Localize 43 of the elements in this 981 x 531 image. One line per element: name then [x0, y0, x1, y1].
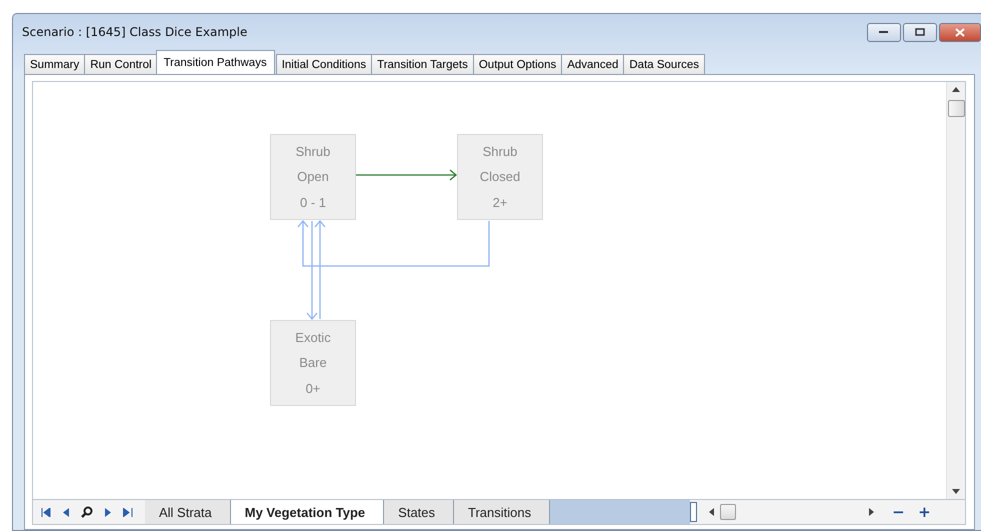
close-button[interactable]: [939, 22, 981, 42]
previous-icon[interactable]: [63, 508, 69, 516]
tab[interactable]: Transition Targets: [371, 54, 474, 74]
sheet-tab[interactable]: States: [384, 500, 454, 524]
state-label: Shrub: [296, 144, 330, 160]
close-icon: [955, 28, 965, 36]
scroll-down-icon[interactable]: [952, 489, 960, 494]
state-label: Shrub: [482, 144, 518, 160]
tab[interactable]: Advanced: [561, 54, 624, 74]
restore-icon: [915, 28, 925, 36]
search-icon[interactable]: [81, 506, 93, 518]
state-label: Bare: [299, 355, 327, 370]
zoom-in-button[interactable]: +: [918, 503, 930, 521]
scroll-thumb[interactable]: [720, 504, 736, 520]
vertical-scrollbar[interactable]: [946, 82, 965, 499]
state-label: 0+: [306, 380, 320, 396]
splitter-handle[interactable]: [690, 502, 698, 522]
last-icon[interactable]: [123, 508, 133, 516]
scroll-left-icon[interactable]: [709, 508, 714, 516]
tab[interactable]: Initial Conditions: [276, 54, 372, 74]
window-title: Scenario : [1645] Class Dice Example: [22, 25, 248, 39]
next-icon[interactable]: [105, 508, 111, 516]
sheet-tab[interactable]: Transitions: [454, 500, 550, 524]
sheet-tab[interactable]: My Vegetation Type: [230, 500, 384, 524]
tab[interactable]: Data Sources: [623, 54, 706, 74]
tab[interactable]: Run Control: [84, 54, 158, 74]
state-label: Closed: [480, 169, 520, 184]
scroll-right-icon[interactable]: [869, 508, 874, 516]
zoom-out-button[interactable]: −: [892, 503, 904, 521]
sheet-tab[interactable]: All Strata: [145, 500, 231, 524]
first-icon[interactable]: [41, 508, 51, 516]
state-label: 2+: [492, 194, 508, 210]
tab[interactable]: Summary: [24, 54, 86, 74]
minimize-button[interactable]: [867, 22, 901, 42]
state-label: Exotic: [295, 330, 331, 346]
scroll-thumb[interactable]: [948, 100, 964, 117]
restore-button[interactable]: [903, 22, 937, 42]
state-label: Open: [297, 169, 329, 184]
tab[interactable]: Output Options: [472, 54, 562, 74]
minimize-icon: [879, 30, 889, 34]
scroll-up-icon[interactable]: [952, 87, 960, 92]
tab[interactable]: Transition Pathways: [156, 50, 275, 74]
state-label: 0 - 1: [300, 194, 326, 210]
